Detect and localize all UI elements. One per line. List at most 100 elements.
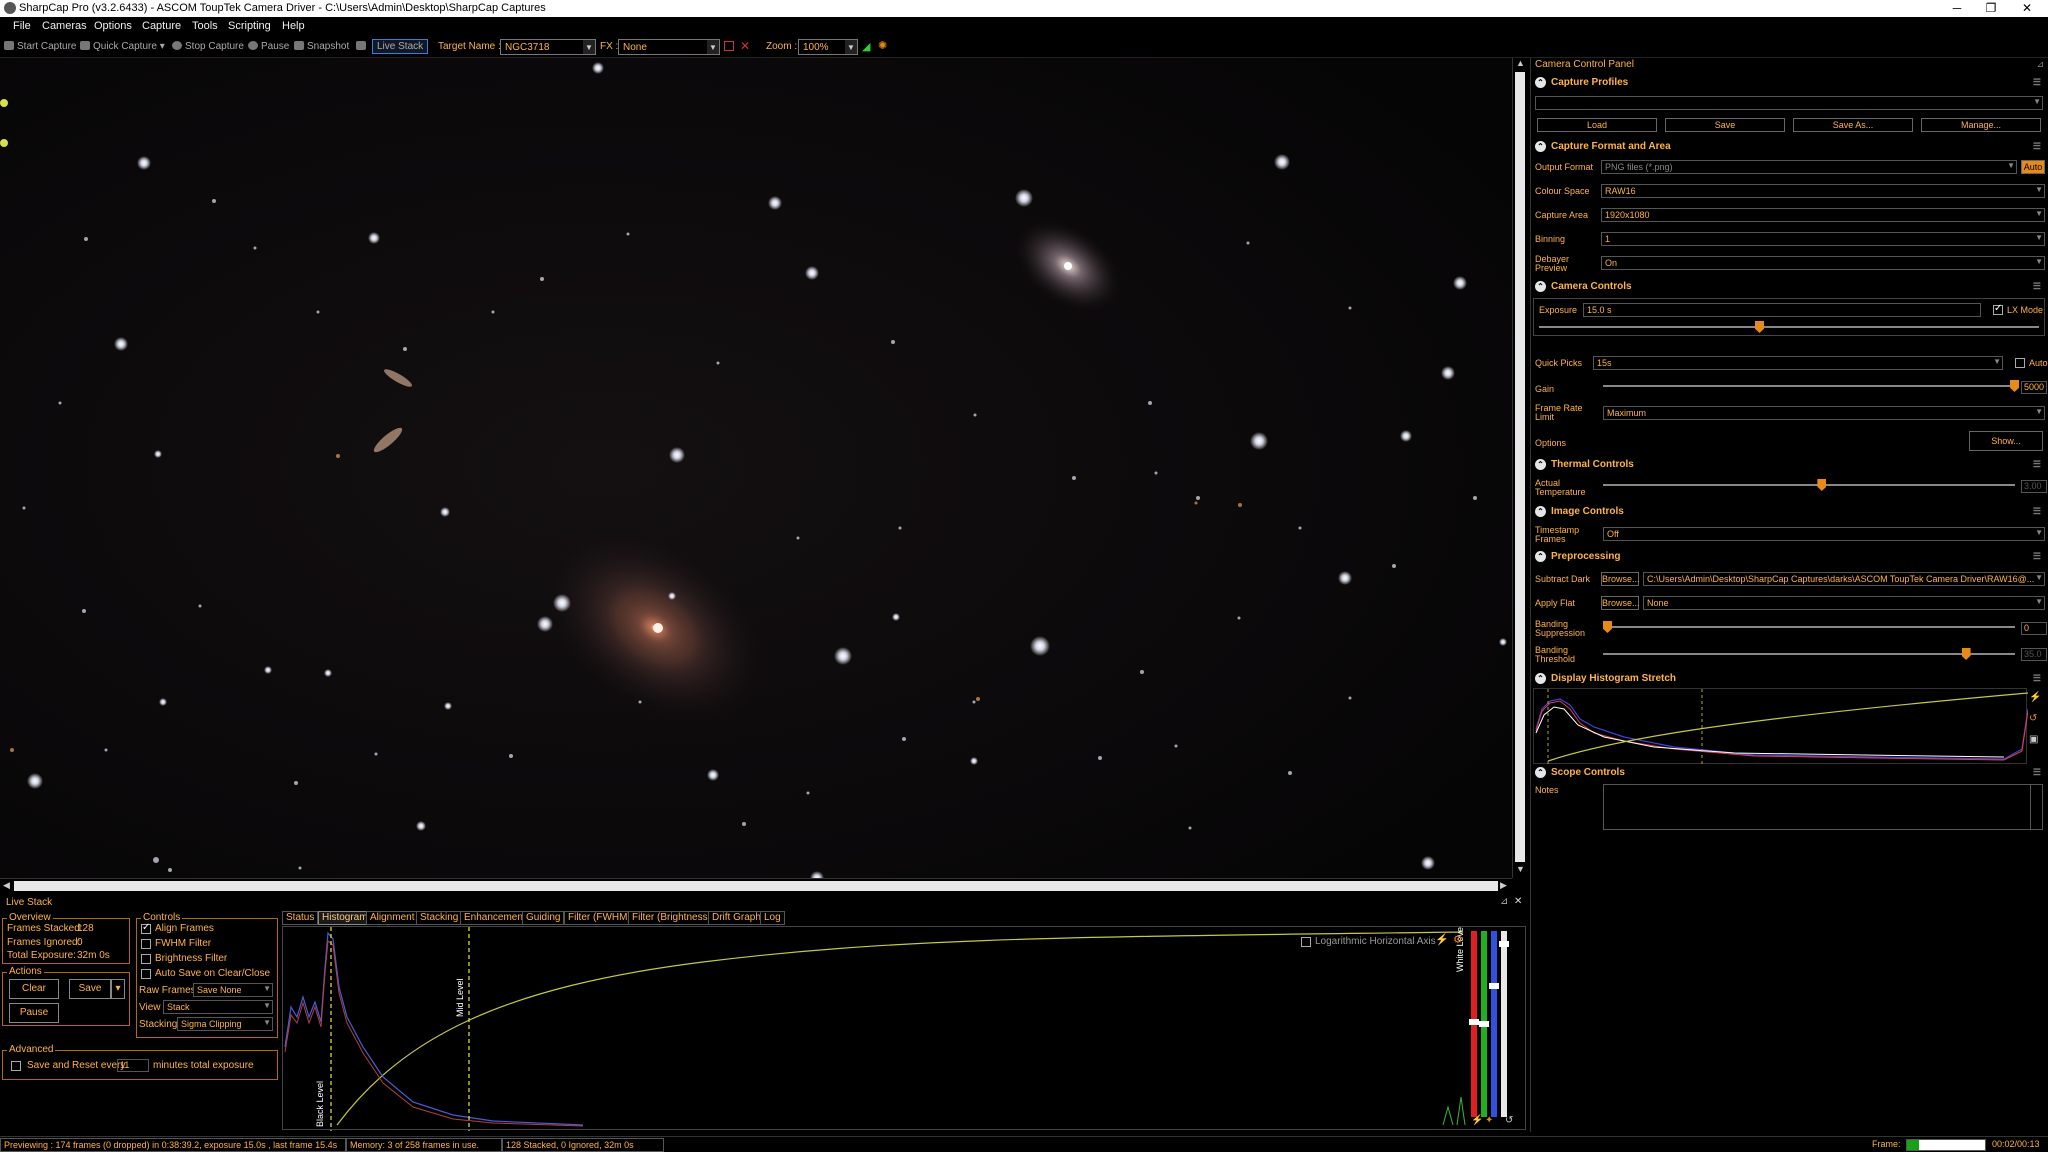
tab-filter-fwhm[interactable]: Filter (FWHM) [564,911,635,925]
raw-frames-combo[interactable]: Save None ▼ [193,983,273,997]
horizontal-scroll-thumb[interactable] [14,881,1498,891]
horizontal-scrollbar[interactable]: ◀ ▶ [0,878,1512,892]
menu-icon[interactable]: ☰ [2033,551,2041,562]
scroll-down-icon[interactable]: ▼ [1516,864,1525,874]
zoom-combo[interactable]: 100% ▼ [798,39,858,55]
stretch-icon[interactable]: ⚡ [1471,1115,1483,1126]
chevron-down-icon[interactable]: ▼ [707,40,719,54]
menu-help[interactable]: Help [282,20,305,32]
save-dropdown-icon[interactable]: ▾ [111,979,125,999]
snapshot-button[interactable]: Snapshot [294,41,349,52]
output-format-combo[interactable]: PNG files (*.png) ▼ [1601,160,2017,174]
banding-suppression-value[interactable]: 0 [2021,622,2047,635]
chevron-down-icon[interactable]: ▼ [2035,185,2043,194]
chevron-down-icon[interactable]: ▼ [263,1018,271,1027]
menu-icon[interactable]: ☰ [2033,767,2041,778]
menu-icon[interactable]: ☰ [2033,459,2041,470]
vertical-scroll-thumb[interactable] [1515,72,1525,862]
banding-threshold-slider[interactable] [1603,647,2015,661]
scroll-up-icon[interactable]: ▲ [1516,58,1525,68]
capture-area-combo[interactable]: 1920x1080 ▼ [1601,208,2045,222]
collapse-icon[interactable]: ⌃ [1535,506,1546,517]
manage-profiles-button[interactable]: Manage... [1921,118,2041,132]
stop-capture-button[interactable]: Stop Capture [172,41,244,52]
frame-rate-combo[interactable]: Maximum ▼ [1603,406,2045,420]
gear-icon[interactable]: ⚙ [1453,933,1463,946]
menu-cameras[interactable]: Cameras [42,20,87,32]
image-controls-header[interactable]: ⌃ Image Controls ☰ [1533,505,2045,519]
exposure-slider-knob[interactable] [1755,321,1764,333]
save-as-profile-button[interactable]: Save As... [1793,118,1913,132]
colour-space-combo[interactable]: RAW16 ▼ [1601,184,2045,198]
tab-alignment[interactable]: Alignment [366,911,419,925]
menu-icon[interactable]: ☰ [2033,77,2041,88]
settings-icon[interactable]: ✺ [878,39,887,52]
chevron-down-icon[interactable]: ▼ [2007,161,2015,170]
pause-stack-button[interactable]: Pause [9,1003,59,1023]
thermal-header[interactable]: ⌃ Thermal Controls ☰ [1533,458,2045,472]
notes-textarea[interactable] [1603,784,2043,830]
save-reset-checkbox[interactable] [11,1061,21,1071]
clear-button[interactable]: Clear [9,979,59,999]
scroll-right-icon[interactable]: ▶ [1500,880,1507,891]
save-profile-button[interactable]: Save [1665,118,1785,132]
pause-button[interactable]: Pause [248,41,289,52]
collapse-icon[interactable]: ⌃ [1535,77,1546,88]
chevron-down-icon[interactable]: ▼ [2035,597,2043,606]
chevron-down-icon[interactable]: ▼ [2033,97,2041,106]
timestamp-combo[interactable]: Off ▼ [1603,527,2045,541]
banding-suppression-knob[interactable] [1603,621,1612,633]
pin-icon[interactable]: ⊿ [2036,59,2044,70]
browse-dark-button[interactable]: Browse... [1601,572,1640,586]
auto-stretch-icon[interactable]: ⚡ [1435,933,1449,946]
pin-icon[interactable]: ⊿ [1500,896,1508,907]
close-live-stack-icon[interactable]: ✕ [1514,896,1522,907]
menu-options[interactable]: Options [94,20,132,32]
banding-suppression-slider[interactable] [1603,620,2015,634]
collapse-icon[interactable]: ⌃ [1535,673,1546,684]
target-name-combo[interactable]: NGC3718 ▼ [500,39,596,55]
chevron-down-icon[interactable]: ▼ [263,1001,271,1010]
exposure-input[interactable]: 15.0 s [1583,303,1981,317]
chevron-down-icon[interactable]: ▼ [1993,357,2001,366]
display-histogram[interactable] [1533,688,2029,765]
banding-threshold-knob[interactable] [1961,648,1971,660]
tab-histogram[interactable]: Histogram [318,911,372,925]
stacking-combo[interactable]: Sigma Clipping ▼ [177,1017,273,1031]
tab-drift-graph[interactable]: Drift Graph [708,911,765,925]
menu-icon[interactable]: ☰ [2033,141,2041,152]
brightness-filter-checkbox[interactable] [141,954,151,964]
debayer-combo[interactable]: On ▼ [1601,256,2045,270]
menu-scripting[interactable]: Scripting [228,20,271,32]
capture-format-header[interactable]: ⌃ Capture Format and Area ☰ [1533,140,2045,154]
auto-exposure-checkbox[interactable] [2015,358,2025,368]
menu-icon[interactable]: ☰ [2033,281,2041,292]
fwhm-filter-checkbox[interactable] [141,939,151,949]
menu-tools[interactable]: Tools [192,20,218,32]
live-stack-histogram[interactable]: Black Level Mid Level White Level Logari… [282,925,1526,1131]
scroll-left-icon[interactable]: ◀ [3,880,10,891]
chevron-down-icon[interactable]: ▼ [845,40,857,54]
notes-scrollbar[interactable] [2030,785,2042,829]
gain-slider[interactable] [1603,379,2019,393]
histogram-stretch-header[interactable]: ⌃ Display Histogram Stretch ☰ [1533,672,2045,686]
start-capture-button[interactable]: Start Capture [4,41,76,52]
collapse-icon[interactable]: ⌃ [1535,551,1546,562]
collapse-icon[interactable]: ⌃ [1535,141,1546,152]
vertical-scrollbar[interactable]: ▲ ▼ [1512,58,1526,878]
collapse-icon[interactable]: ⌃ [1535,767,1546,778]
fx-combo[interactable]: None ▼ [618,39,720,55]
flat-combo[interactable]: None ▼ [1643,596,2045,610]
chevron-down-icon[interactable]: ▼ [2035,528,2043,537]
close-window-button[interactable]: ✕ [2010,0,2044,17]
chevron-down-icon[interactable]: ▼ [2035,257,2043,266]
chevron-down-icon[interactable]: ▼ [2035,209,2043,218]
profile-combo[interactable]: ▼ [1535,96,2043,110]
tab-log[interactable]: Log [760,911,785,925]
minutes-stepper[interactable]: 11 [117,1059,149,1072]
image-view[interactable] [0,58,1512,878]
gain-value[interactable]: 5000 [2021,381,2047,394]
preprocessing-header[interactable]: ⌃ Preprocessing ☰ [1533,550,2045,564]
auto-save-checkbox[interactable] [141,969,151,979]
tab-status[interactable]: Status [282,911,319,925]
